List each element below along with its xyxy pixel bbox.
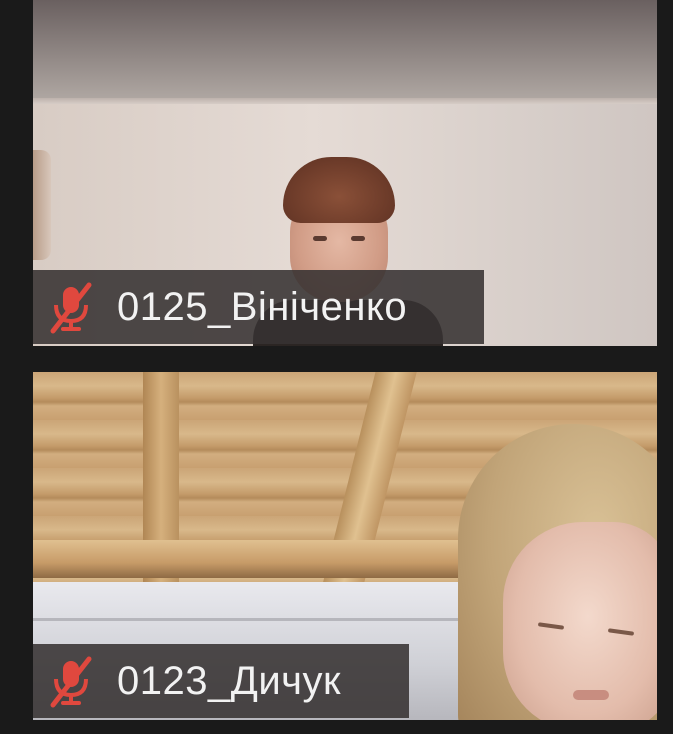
participant-tile[interactable]: 0125_Вініченко [33,0,657,346]
participant-name-label: 0123_Дичук [33,644,409,718]
participant-tile[interactable]: 0123_Дичук [33,372,657,720]
video-grid: 0125_Вініченко 0123_Дичук [0,0,673,734]
participant-name-label: 0125_Вініченко [33,270,484,344]
participant-name: 0123_Дичук [117,659,342,703]
participant-name: 0125_Вініченко [117,285,408,329]
muted-microphone-icon [50,656,92,708]
muted-microphone-icon [50,282,92,334]
